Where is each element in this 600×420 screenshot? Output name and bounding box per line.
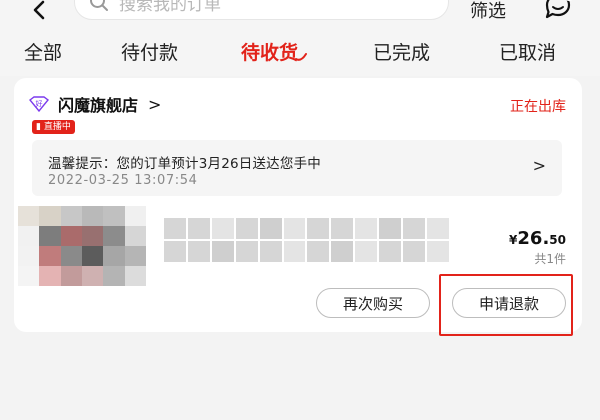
price-decimal: 50	[549, 233, 566, 247]
tab-pending-payment[interactable]: 待付款	[121, 38, 178, 65]
back-button[interactable]	[26, 0, 54, 24]
delivery-notice[interactable]: 温馨提示：您的订单预计3月26日送达您手中 2022-03-25 13:07:5…	[32, 140, 562, 196]
product-quantity: 共1件	[534, 252, 566, 266]
store-chevron: >	[148, 94, 162, 114]
store-header[interactable]: 好 闪魔旗舰店 >	[28, 92, 161, 116]
product-title-blurred[interactable]	[164, 218, 449, 262]
store-name: 闪魔旗舰店	[58, 96, 139, 115]
notice-timestamp: 2022-03-25 13:07:54	[48, 173, 198, 188]
product-price: ¥26.50	[509, 228, 566, 249]
message-button[interactable]	[541, 0, 575, 25]
live-badge: ▮ 直播中	[32, 120, 75, 134]
notice-message: 温馨提示：您的订单预计3月26日送达您手中	[48, 156, 321, 172]
order-status: 正在出库	[510, 99, 566, 115]
search-input[interactable]: 搜索我的订单	[74, 0, 449, 20]
notice-arrow: >	[532, 156, 546, 175]
tab-pending-receipt-label: 待收货	[241, 42, 299, 64]
tab-all[interactable]: 全部	[24, 38, 62, 65]
filter-button[interactable]: 筛选	[470, 0, 506, 23]
rebuy-button[interactable]: 再次购买	[316, 288, 430, 318]
chevron-left-icon	[33, 0, 45, 20]
search-icon	[90, 0, 108, 11]
tab-pending-receipt[interactable]: 待收货	[241, 38, 308, 65]
active-tab-indicator-icon	[295, 53, 308, 61]
svg-text:好: 好	[36, 99, 43, 108]
tab-completed[interactable]: 已完成	[373, 38, 430, 65]
chat-bubble-icon	[545, 0, 571, 19]
live-icon: ▮	[36, 122, 41, 132]
order-tabs: 全部 待付款 待收货 已完成 已取消	[0, 34, 600, 76]
store-badge-icon: 好	[28, 96, 50, 112]
product-image[interactable]	[18, 206, 146, 286]
live-badge-label: 直播中	[43, 122, 71, 132]
refund-button-highlight	[439, 274, 573, 336]
search-placeholder: 搜索我的订单	[119, 0, 221, 15]
price-integer: 26.	[517, 228, 550, 249]
tab-cancelled[interactable]: 已取消	[499, 38, 556, 65]
top-bar: 搜索我的订单 筛选	[0, 0, 600, 34]
